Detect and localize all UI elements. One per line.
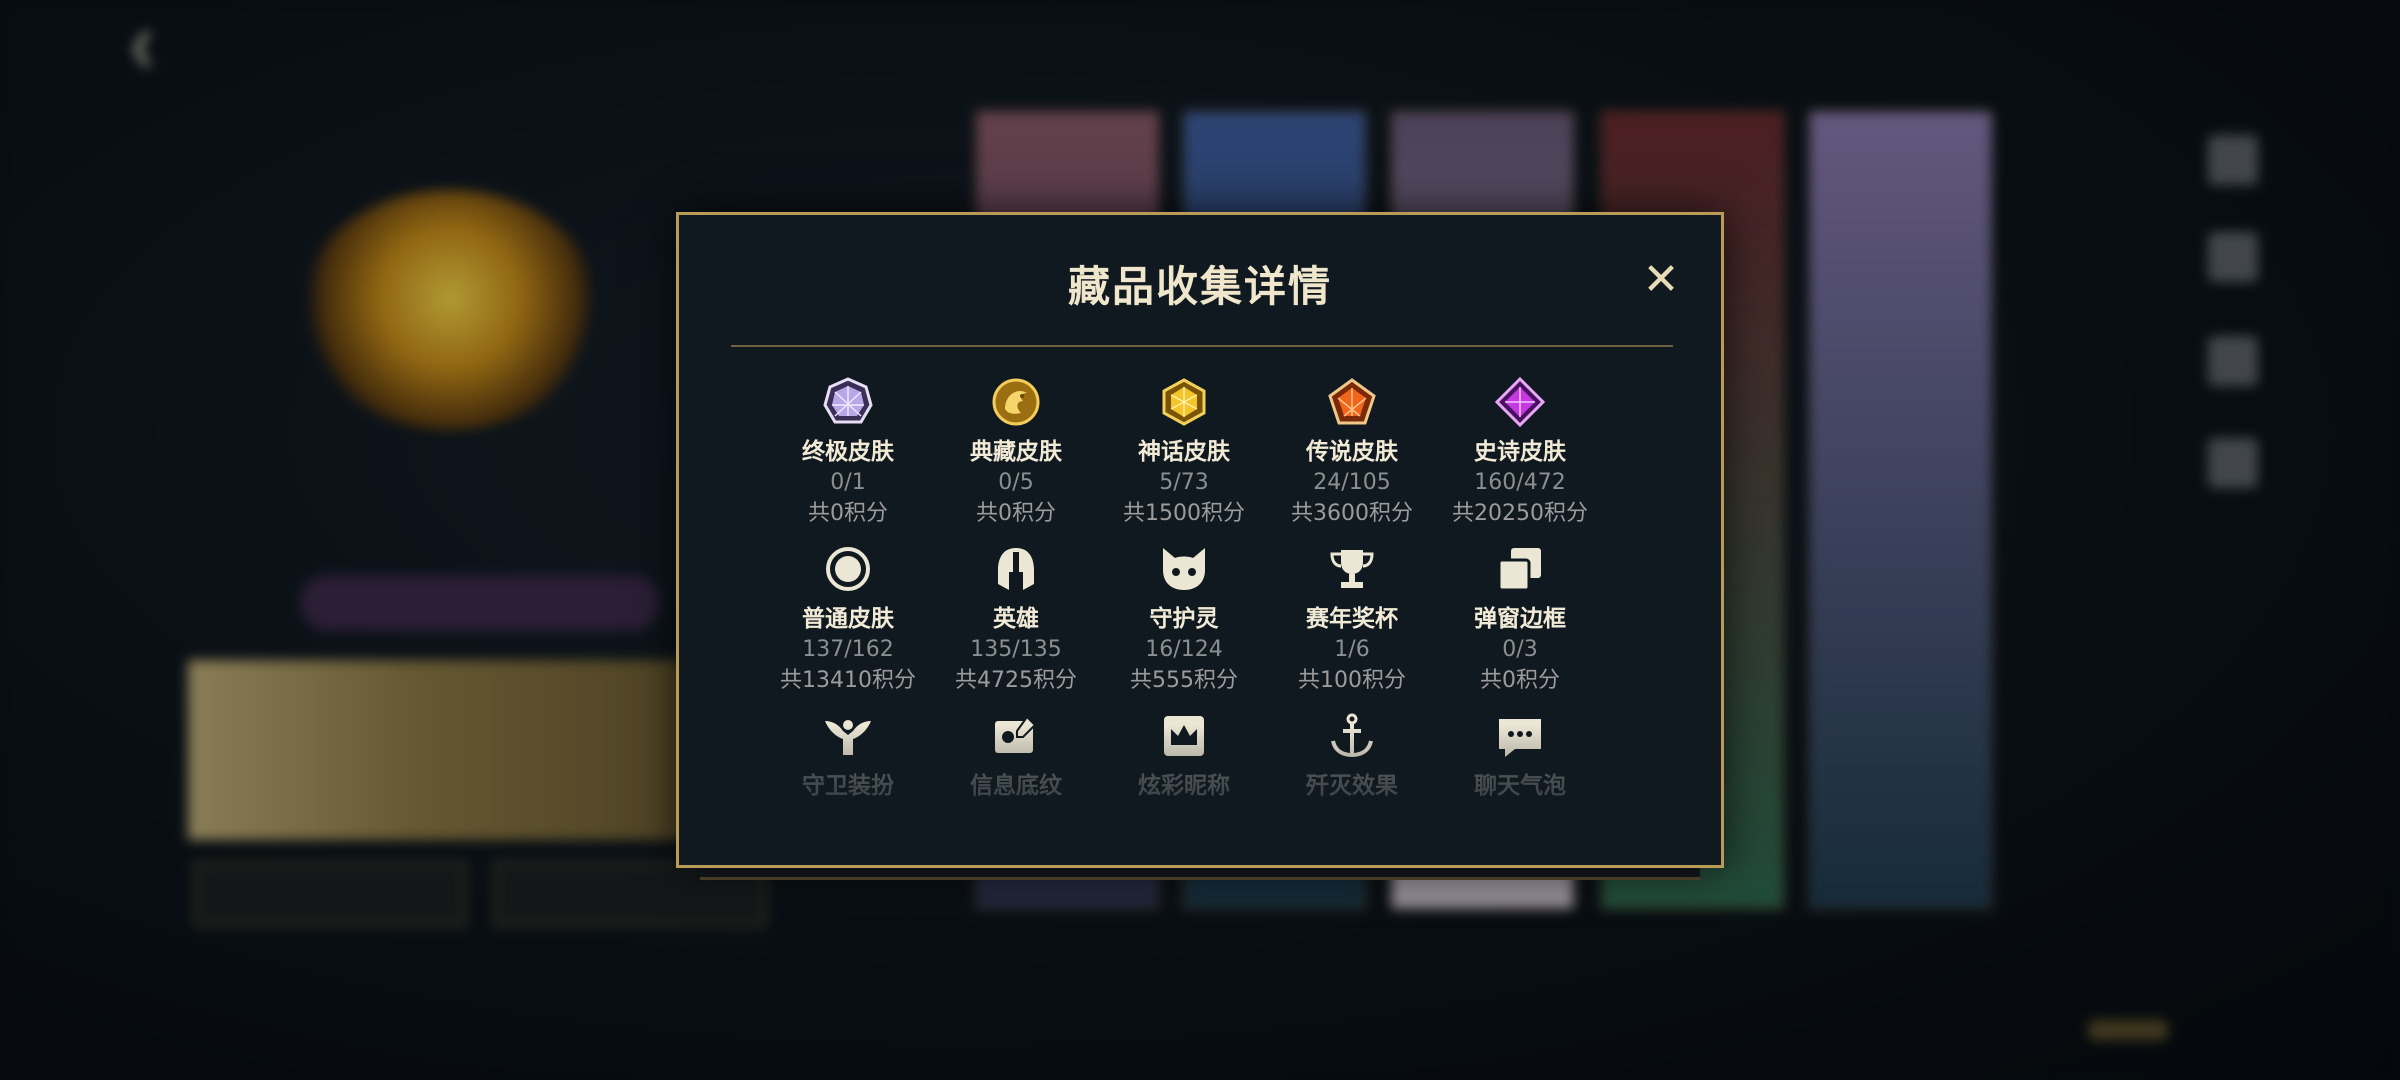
legendary-gem-icon: [1325, 375, 1379, 429]
item-count: 0/1: [830, 470, 866, 495]
item-count: 16/124: [1145, 637, 1223, 662]
item-label: 守卫装扮: [802, 773, 894, 799]
cat-face-icon: [1157, 542, 1211, 596]
item-label: 典藏皮肤: [970, 439, 1062, 465]
collection-item-info-background[interactable]: 信息底纹: [932, 709, 1100, 876]
ward-icon: [821, 709, 875, 763]
item-count: 0/5: [998, 470, 1034, 495]
item-count: 5/73: [1159, 470, 1209, 495]
collection-item-popup-frame[interactable]: 弹窗边框 0/3 共0积分: [1436, 542, 1604, 709]
item-label: 普通皮肤: [802, 606, 894, 632]
anchor-icon: [1325, 709, 1379, 763]
item-label: 歼灭效果: [1306, 773, 1398, 799]
item-label: 炫彩昵称: [1138, 773, 1230, 799]
item-label: 聊天气泡: [1474, 773, 1566, 799]
item-count: 0/3: [1502, 637, 1538, 662]
close-button[interactable]: ✕: [1637, 253, 1685, 305]
item-points: 共4725积分: [955, 668, 1077, 693]
helmet-icon: [989, 542, 1043, 596]
item-count: 1/6: [1334, 637, 1370, 662]
item-count: 24/105: [1313, 470, 1391, 495]
item-points: 共0积分: [1480, 668, 1560, 693]
item-points: 共0积分: [976, 501, 1056, 526]
item-label: 信息底纹: [970, 773, 1062, 799]
collection-item-mythic-skin[interactable]: 神话皮肤 5/73 共1500积分: [1100, 375, 1268, 542]
collection-item-epic-skin[interactable]: 史诗皮肤 160/472 共20250积分: [1436, 375, 1604, 542]
item-points: 共20250积分: [1452, 501, 1588, 526]
collection-item-heroes[interactable]: 英雄 135/135 共4725积分: [932, 542, 1100, 709]
chat-bubble-icon: [1493, 709, 1547, 763]
collection-item-season-trophy[interactable]: 赛年奖杯 1/6 共100积分: [1268, 542, 1436, 709]
ultimate-gem-icon: [821, 375, 875, 429]
item-label: 英雄: [993, 606, 1039, 632]
collection-item-chat-bubble[interactable]: 聊天气泡: [1436, 709, 1604, 876]
item-label: 神话皮肤: [1138, 439, 1230, 465]
crown-card-icon: [1157, 709, 1211, 763]
collection-details-modal: 藏品收集详情 ✕ 终极皮肤 0/1 共0积分 典藏皮肤 0/5 共0积分 神话皮…: [676, 212, 1724, 868]
card-edit-icon: [989, 709, 1043, 763]
frames-icon: [1493, 542, 1547, 596]
trophy-icon: [1325, 542, 1379, 596]
item-label: 史诗皮肤: [1474, 439, 1566, 465]
item-count: 137/162: [802, 637, 894, 662]
collection-item-legendary-skin[interactable]: 传说皮肤 24/105 共3600积分: [1268, 375, 1436, 542]
mythic-gem-icon: [1157, 375, 1211, 429]
collection-item-normal-skin[interactable]: 普通皮肤 137/162 共13410积分: [764, 542, 932, 709]
collection-dragon-icon: [989, 375, 1043, 429]
title-divider: [731, 345, 1673, 347]
circle-icon: [821, 542, 875, 596]
collection-item-guardian-spirit[interactable]: 守护灵 16/124 共555积分: [1100, 542, 1268, 709]
collection-item-ward-skin[interactable]: 守卫装扮: [764, 709, 932, 876]
close-icon: ✕: [1642, 253, 1680, 305]
item-points: 共1500积分: [1123, 501, 1245, 526]
item-count: 160/472: [1474, 470, 1566, 495]
item-label: 守护灵: [1149, 606, 1219, 632]
collection-item-elimination-effect[interactable]: 歼灭效果: [1268, 709, 1436, 876]
collection-item-collector-skin[interactable]: 典藏皮肤 0/5 共0积分: [932, 375, 1100, 542]
item-points: 共0积分: [808, 501, 888, 526]
collection-item-ultimate-skin[interactable]: 终极皮肤 0/1 共0积分: [764, 375, 932, 542]
item-points: 共100积分: [1298, 668, 1406, 693]
item-points: 共13410积分: [780, 668, 916, 693]
item-label: 赛年奖杯: [1306, 606, 1398, 632]
item-label: 终极皮肤: [802, 439, 894, 465]
item-label: 弹窗边框: [1474, 606, 1566, 632]
item-points: 共3600积分: [1291, 501, 1413, 526]
epic-gem-icon: [1493, 375, 1547, 429]
collection-grid: 终极皮肤 0/1 共0积分 典藏皮肤 0/5 共0积分 神话皮肤 5/73 共1…: [764, 375, 1604, 876]
modal-title: 藏品收集详情: [1067, 262, 1332, 311]
item-points: 共555积分: [1130, 668, 1238, 693]
item-label: 传说皮肤: [1306, 439, 1398, 465]
collection-item-colorful-nickname[interactable]: 炫彩昵称: [1100, 709, 1268, 876]
item-count: 135/135: [970, 637, 1062, 662]
